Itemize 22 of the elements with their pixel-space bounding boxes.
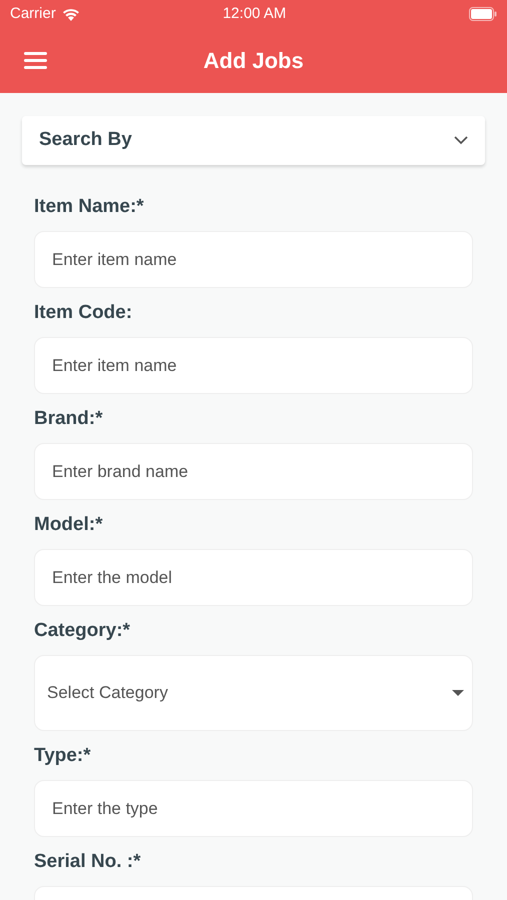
- field-label: Item Code:: [34, 302, 134, 324]
- search-by-dropdown[interactable]: Search By: [22, 116, 485, 165]
- category-select[interactable]: Select Category: [34, 655, 473, 731]
- field-label: Model:*: [34, 514, 104, 536]
- input-field[interactable]: Enter the model: [34, 549, 473, 606]
- input-field[interactable]: Enter the type: [34, 780, 473, 837]
- field-label: Item Name:*: [34, 196, 145, 218]
- menu-icon[interactable]: [24, 52, 47, 69]
- input-field[interactable]: Enter brand name: [34, 443, 473, 500]
- dropdown-arrow-icon: [452, 690, 464, 696]
- carrier-label: Carrier: [10, 4, 56, 24]
- chevron-icon: [454, 136, 468, 145]
- clock-time: 12:00 AM: [222, 4, 288, 24]
- field-label: Serial No. :*: [34, 851, 142, 873]
- page-title: Add Jobs: [202, 47, 305, 75]
- wifi-icon: [62, 8, 80, 20]
- field-label: Type:*: [34, 745, 92, 767]
- battery-icon: [469, 7, 497, 21]
- field-label: Category:*: [34, 620, 132, 642]
- input-field[interactable]: Enter item name: [34, 231, 473, 288]
- field-label: Brand:*: [34, 408, 104, 430]
- input-field[interactable]: Enter item name: [34, 337, 473, 394]
